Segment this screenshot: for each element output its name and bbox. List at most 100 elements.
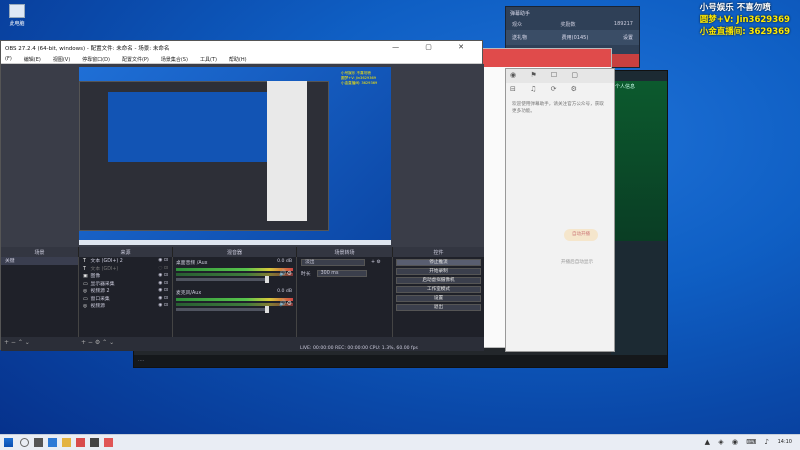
assistant-titlebar[interactable]: ◉ ⚑ ☐ ▢	[506, 69, 614, 83]
stop-streaming-button[interactable]: 停止推流	[396, 258, 481, 266]
transition-type-select[interactable]: 淡出	[301, 259, 365, 266]
scene-item-label: 关键	[5, 259, 15, 265]
scenes-list[interactable]: 关键	[1, 257, 79, 337]
menu-edit[interactable]: 编辑(E)	[24, 56, 41, 63]
stat-value: 189217	[613, 21, 633, 27]
obs-main-window[interactable]: OBS 27.2.4 (64-bit, windows) - 配置文件: 未命名…	[0, 40, 484, 351]
assistant-description: 欢迎使用弹幕助手，请关注官方公众号，获取更多功能。	[512, 102, 604, 114]
obs-window-controls[interactable]: — ▢ ✕	[392, 43, 476, 51]
start-recording-button[interactable]: 开始录制	[396, 267, 481, 275]
speaker-gear-icon[interactable]: 🔊⚙	[279, 270, 292, 277]
visibility-lock-icons[interactable]: ◌ ⊡	[158, 266, 168, 271]
scene-transitions: 淡出 + ⚙ 时长 300 ms	[297, 257, 393, 337]
visibility-lock-icons[interactable]: ◉ ⊡	[158, 303, 168, 308]
source-item[interactable]: ◎ 视频源 2 ◉ ⊡	[79, 287, 172, 295]
volume-slider[interactable]	[176, 306, 270, 313]
duration-input[interactable]: 300 ms	[316, 270, 367, 277]
source-item[interactable]: ▭ 窗口采集 ◉ ⊡	[79, 295, 172, 303]
windows-taskbar: ▲ ◈ ◉ ⌨ ♪ 14:10	[0, 434, 800, 450]
source-item[interactable]: ▭ 显示器采集 ◉ ⊡	[79, 280, 172, 288]
desktop-icon-this-pc[interactable]: 此电脑	[6, 4, 28, 27]
auto-start-button[interactable]: 自动开播	[564, 229, 598, 241]
audio-meter	[176, 298, 293, 301]
mixer-channel: 桌面音频 /Aux 0.0 dB 🔊⚙	[173, 257, 296, 283]
task-view-icon[interactable]	[34, 438, 43, 447]
overlay-line-3: 小金直播间: 3629369	[699, 27, 790, 37]
source-item[interactable]: T 文本 (GDI+) 2 ◉ ⊡	[79, 257, 172, 265]
taskbar-clock[interactable]: 14:10	[778, 439, 792, 445]
assistant-hint: 开播后自动显示	[560, 260, 594, 265]
side-panel-banner	[611, 81, 667, 241]
settings-button[interactable]: 设置	[396, 294, 481, 302]
source-item[interactable]: T 文本 (GDI+) ◌ ⊡	[79, 265, 172, 273]
exit-button[interactable]: 退出	[396, 303, 481, 311]
menu-docks[interactable]: 停靠窗口(D)	[82, 56, 110, 63]
nested-taskbar	[79, 240, 391, 245]
transition-add-icon[interactable]: + ⚙	[371, 260, 381, 265]
tab-settings[interactable]: 设置	[623, 34, 633, 41]
obs-preview-canvas[interactable]: 小号娱乐 不喜勿喷 圆梦+V: Jin3629369 小金直播间: 362936…	[79, 67, 391, 245]
mixer-channel-db: 0.0 dB	[277, 259, 292, 264]
assistant-window[interactable]: ◉ ⚑ ☐ ▢ ⊟ ♫ ⟳ ⚙ 欢迎使用弹幕助手，请关注官方公众号，获取更多功能…	[505, 68, 615, 352]
search-icon[interactable]	[20, 438, 29, 447]
menu-view[interactable]: 视图(V)	[53, 56, 70, 63]
dock-title-mixer: 混音器	[173, 247, 297, 257]
menu-help[interactable]: 帮助(H)	[229, 56, 247, 63]
text-source-icon: T	[83, 266, 86, 272]
start-icon[interactable]	[4, 438, 13, 447]
scenes-add-remove[interactable]: + − ⌃ ⌄	[4, 339, 30, 346]
visibility-lock-icons[interactable]: ◉ ⊡	[158, 273, 168, 278]
visibility-lock-icons[interactable]: ◉ ⊡	[158, 258, 168, 263]
tab-gifts[interactable]: 送礼物	[512, 34, 527, 41]
scene-item[interactable]: 关键	[1, 257, 78, 265]
app-icon-red[interactable]	[76, 438, 85, 447]
source-item[interactable]: ◎ 视频源 ◉ ⊡	[79, 302, 172, 310]
volume-slider-handle[interactable]	[265, 276, 270, 283]
menu-scene-collection[interactable]: 场景集合(S)	[161, 56, 188, 63]
transition-duration-row: 时长 300 ms	[297, 268, 392, 279]
edge-icon[interactable]	[48, 438, 57, 447]
dock-title-sources: 来源	[79, 247, 173, 257]
app-icon-red-2[interactable]	[104, 438, 113, 447]
app-icon-dark[interactable]	[90, 438, 99, 447]
stat-label-rewards: 奖励数	[560, 22, 576, 28]
menu-tools[interactable]: 工具(T)	[200, 56, 217, 63]
visibility-lock-icons[interactable]: ◉ ⊡	[158, 288, 168, 293]
desktop-icon-label: 此电脑	[9, 21, 25, 27]
visibility-lock-icons[interactable]: ◉ ⊡	[158, 296, 168, 301]
nested-overlay-text: 小号娱乐 不喜勿喷 圆梦+V: Jin3629369 小金直播间: 362936…	[341, 71, 378, 85]
controls-panel: 停止推流 开始录制 启动虚拟摄像机 工作室模式 设置 退出	[393, 257, 484, 337]
display-capture-icon: ▭	[83, 281, 88, 287]
volume-slider-handle[interactable]	[265, 306, 270, 313]
menu-profile[interactable]: 配置文件(P)	[122, 56, 149, 63]
nested-assistant-window	[267, 81, 307, 221]
source-item[interactable]: ▣ 图像 ◉ ⊡	[79, 272, 172, 280]
dark-window-side-panel: 个人信息	[611, 71, 667, 367]
tab-fees[interactable]: 费用(0145)	[562, 34, 589, 41]
transition-type-row: 淡出 + ⚙	[297, 257, 392, 268]
menu-file[interactable]: (F)	[5, 56, 12, 62]
start-virtual-camera-button[interactable]: 启动虚拟摄像机	[396, 276, 481, 284]
overlay-line-2: 圆梦+V: Jin3629369	[699, 15, 790, 25]
mixer-channel-label: 麦克风/Aux	[176, 291, 202, 296]
video-source-icon: ◎	[83, 289, 88, 295]
stream-overlay-text: 小号娱乐 不喜勿喷 圆梦+V: Jin3629369 小金直播间: 362936…	[700, 2, 790, 38]
speaker-gear-icon[interactable]: 🔊⚙	[279, 300, 292, 307]
obs-status-bar: LIVE: 00:00:00 REC: 00:00:00 CPU: 1.3%, …	[300, 346, 418, 351]
assistant-toolbar[interactable]: ⊟ ♫ ⟳ ⚙	[506, 83, 614, 97]
studio-mode-button[interactable]: 工作室模式	[396, 285, 481, 293]
system-tray-icons[interactable]: ▲ ◈ ◉ ⌨ ♪	[705, 438, 772, 446]
mixer-channel-label: 桌面音频 /Aux	[176, 261, 208, 266]
file-explorer-icon[interactable]	[62, 438, 71, 447]
obs-docks: 场景 关键 + − ⌃ ⌄ 来源 T 文本 (GDI+) 2 ◉ ⊡ T 文本 (…	[1, 247, 484, 351]
obs-menubar: (F) 编辑(E) 视图(V) 停靠窗口(D) 配置文件(P) 场景集合(S) …	[1, 54, 482, 64]
obs-titlebar[interactable]: OBS 27.2.4 (64-bit, windows) - 配置文件: 未命名…	[1, 41, 482, 54]
dock-title-controls: 控件	[393, 247, 484, 257]
sources-list[interactable]: T 文本 (GDI+) 2 ◉ ⊡ T 文本 (GDI+) ◌ ⊡ ▣ 图像 ◉ ⊡ …	[79, 257, 173, 337]
volume-slider[interactable]	[176, 276, 270, 283]
visibility-lock-icons[interactable]: ◉ ⊡	[158, 281, 168, 286]
danmaku-tabs: 送礼物 费用(0145) 设置	[506, 30, 639, 45]
stat-label-audience: 观众	[512, 22, 523, 28]
audio-meter	[176, 303, 293, 306]
sources-add-remove[interactable]: + − ⚙ ⌃ ⌄	[81, 339, 114, 346]
